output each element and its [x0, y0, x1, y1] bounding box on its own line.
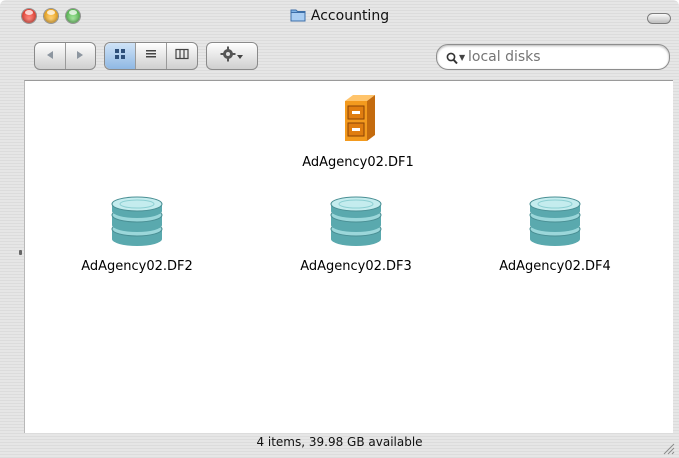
- column-view-icon: [175, 48, 189, 64]
- disk-stack-icon: [67, 195, 207, 251]
- file-cabinet-icon: [288, 93, 428, 147]
- item-adagency02-df1[interactable]: AdAgency02.DF1: [288, 93, 428, 170]
- chevron-down-icon: [236, 49, 244, 64]
- folder-icon: [290, 8, 306, 26]
- finder-window: Accounting ▼ local disks AdAgency02.DF1 …: [0, 0, 679, 458]
- window-title-text: Accounting: [310, 8, 390, 24]
- title-bar[interactable]: Accounting: [0, 0, 679, 32]
- column-view-button[interactable]: [167, 43, 197, 69]
- navigation-buttons: [34, 42, 96, 70]
- sidebar-resize-handle[interactable]: [19, 250, 22, 255]
- search-icon: [446, 50, 458, 69]
- status-text: 4 items, 39.98 GB available: [256, 435, 423, 449]
- search-options-chevron-icon[interactable]: ▼: [459, 53, 465, 62]
- gear-icon: [220, 46, 236, 66]
- back-button[interactable]: [35, 43, 66, 69]
- status-bar: 4 items, 39.98 GB available: [0, 432, 679, 458]
- icon-view-button[interactable]: [105, 43, 136, 69]
- resize-grip-icon[interactable]: [661, 440, 675, 455]
- item-adagency02-df2[interactable]: AdAgency02.DF2: [67, 195, 207, 274]
- search-field[interactable]: ▼: [436, 44, 670, 70]
- view-buttons: [104, 42, 198, 70]
- action-menu-button[interactable]: [206, 42, 258, 70]
- toolbar-toggle-button[interactable]: [647, 13, 671, 24]
- list-view-button[interactable]: [136, 43, 167, 69]
- icon-view-icon: [114, 48, 126, 64]
- item-label: AdAgency02.DF4: [499, 259, 611, 274]
- action-button[interactable]: [207, 43, 257, 69]
- item-label: AdAgency02.DF1: [302, 155, 414, 170]
- icon-view-area[interactable]: AdAgency02.DF1 AdAgency02.DF2 AdAgency02…: [24, 80, 673, 433]
- item-adagency02-df3[interactable]: AdAgency02.DF3: [286, 195, 426, 274]
- window-title: Accounting: [0, 8, 679, 26]
- forward-button[interactable]: [66, 43, 96, 69]
- item-label: AdAgency02.DF2: [81, 259, 193, 274]
- back-arrow-icon: [45, 49, 55, 64]
- item-label: AdAgency02.DF3: [300, 259, 412, 274]
- search-input[interactable]: [468, 47, 658, 66]
- disk-stack-icon: [286, 195, 426, 251]
- forward-arrow-icon: [75, 49, 85, 64]
- list-view-icon: [145, 48, 157, 64]
- disk-stack-icon: [485, 195, 625, 251]
- item-adagency02-df4[interactable]: AdAgency02.DF4: [485, 195, 625, 274]
